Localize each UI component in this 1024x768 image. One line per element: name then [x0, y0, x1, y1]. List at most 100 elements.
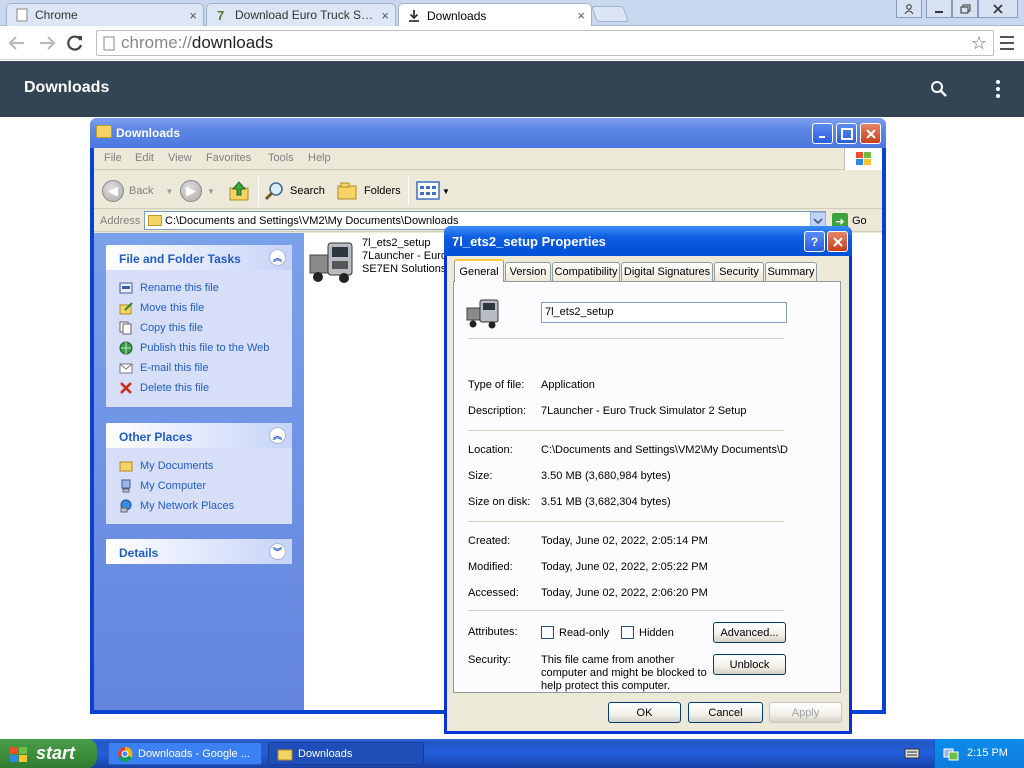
views-button[interactable]: ▼ [416, 178, 450, 204]
omnibox[interactable]: chrome://downloads ☆ [96, 30, 994, 56]
rename-icon [118, 280, 134, 296]
tab-version[interactable]: Version [505, 262, 551, 281]
menu-file[interactable]: File [104, 152, 122, 164]
folder-icon [148, 215, 162, 226]
close-window-icon[interactable] [978, 0, 1018, 18]
minimize-icon[interactable] [812, 123, 833, 144]
advanced-button[interactable]: Advanced... [713, 622, 786, 643]
panel-header[interactable]: Other Places ︽ [106, 423, 292, 448]
tab-chrome[interactable]: Chrome × [6, 3, 204, 26]
tab-general[interactable]: General [454, 259, 504, 282]
checkbox-box [621, 626, 634, 639]
file-item[interactable]: 7l_ets2_setup 7Launcher - Euro SE7EN Sol… [308, 237, 447, 285]
network-icon[interactable] [943, 746, 959, 762]
task-label: E-mail this file [140, 362, 209, 374]
collapse-icon[interactable]: ︽ [269, 249, 286, 266]
keyboard-icon[interactable] [904, 747, 920, 762]
close-icon[interactable]: × [577, 8, 585, 23]
forward-button[interactable]: ▶ ▼ [180, 178, 215, 204]
page-icon [103, 36, 115, 51]
panel-header[interactable]: File and Folder Tasks ︽ [106, 245, 292, 270]
place-my-computer[interactable]: My Computer [118, 476, 292, 496]
place-label: My Network Places [140, 500, 235, 512]
start-button[interactable]: start [0, 739, 97, 768]
panel-header[interactable]: Details ︾ [106, 539, 292, 564]
task-email[interactable]: E-mail this file [118, 358, 292, 378]
task-publish[interactable]: Publish this file to the Web [118, 338, 292, 358]
menu-tools[interactable]: Tools [268, 152, 294, 164]
task-rename[interactable]: Rename this file [118, 278, 292, 298]
explorer-toolbar: ◀ Back ▼ ▶ ▼ Search Folders ▼ [94, 171, 882, 209]
accessed-value: Today, June 02, 2022, 2:06:20 PM [541, 587, 708, 599]
taskbar: start Downloads - Google ... Downloads 2… [0, 739, 1024, 768]
place-my-network[interactable]: My Network Places [118, 496, 292, 516]
globe-icon [118, 340, 134, 356]
minimize-icon[interactable] [926, 0, 952, 18]
checkbox-label: Read-only [559, 626, 610, 639]
search-button[interactable]: Search [264, 178, 325, 204]
collapse-icon[interactable]: ︽ [269, 427, 286, 444]
created-label: Created: [468, 535, 511, 547]
explorer-titlebar[interactable]: Downloads [90, 118, 886, 148]
download-icon [407, 9, 421, 23]
reload-icon[interactable] [64, 32, 86, 54]
size-label: Size: [468, 470, 493, 482]
menu-edit[interactable]: Edit [135, 152, 154, 164]
taskbar-item-downloads[interactable]: Downloads [268, 742, 424, 765]
place-my-documents[interactable]: My Documents [118, 456, 292, 476]
chrome-menu-icon[interactable] [998, 34, 1016, 52]
tab-summary[interactable]: Summary [765, 262, 817, 281]
forward-arrow-icon[interactable] [36, 32, 58, 54]
close-icon[interactable] [827, 231, 848, 252]
tab-security[interactable]: Security [714, 262, 764, 281]
properties-titlebar[interactable]: 7l_ets2_setup Properties ? [444, 226, 852, 256]
url-scheme: chrome:// [121, 33, 192, 52]
search-icon[interactable] [930, 80, 948, 98]
task-delete[interactable]: Delete this file [118, 378, 292, 398]
new-tab-button[interactable] [591, 6, 629, 22]
help-icon[interactable]: ? [804, 231, 825, 252]
close-icon[interactable]: × [381, 8, 389, 23]
expand-icon[interactable]: ︾ [269, 543, 286, 560]
menu-favorites[interactable]: Favorites [206, 152, 251, 164]
read-only-checkbox[interactable]: Read-only [541, 626, 609, 639]
cancel-button[interactable]: Cancel [688, 702, 763, 723]
folders-button[interactable]: Folders [336, 178, 401, 204]
close-icon[interactable] [860, 123, 881, 144]
back-arrow-icon[interactable] [6, 32, 28, 54]
tab-title: Downloads [427, 8, 487, 23]
address-value: C:\Documents and Settings\VM2\My Documen… [165, 214, 459, 227]
security-line: computer and might be blocked to [541, 667, 707, 679]
size-value: 3.50 MB (3,680,984 bytes) [541, 470, 671, 482]
close-icon[interactable]: × [189, 8, 197, 23]
folder-icon [277, 749, 293, 760]
details-panel: Details ︾ [106, 539, 292, 564]
properties-dialog: 7l_ets2_setup Properties ? General Versi… [444, 226, 852, 734]
restore-icon[interactable] [952, 0, 978, 18]
tab-compatibility[interactable]: Compatibility [552, 262, 620, 281]
tab-downloads[interactable]: Downloads × [398, 3, 592, 27]
maximize-icon[interactable] [836, 123, 857, 144]
ok-button[interactable]: OK [608, 702, 681, 723]
tab-digital-signatures[interactable]: Digital Signatures [621, 262, 713, 281]
file-name-input[interactable]: 7l_ets2_setup [541, 302, 787, 323]
tab-title: Download Euro Truck Simulat [235, 8, 375, 22]
apply-button[interactable]: Apply [769, 702, 842, 723]
bookmark-star-icon[interactable]: ☆ [971, 33, 987, 54]
url-path: downloads [191, 33, 274, 52]
system-tray: 2:15 PM [934, 739, 1024, 768]
taskbar-item-chrome[interactable]: Downloads - Google ... [108, 742, 262, 765]
tab-euro-truck[interactable]: 7 Download Euro Truck Simulat × [206, 3, 396, 26]
user-icon[interactable] [896, 0, 922, 18]
task-copy[interactable]: Copy this file [118, 318, 292, 338]
folder-icon [118, 458, 134, 474]
hidden-checkbox[interactable]: Hidden [621, 626, 674, 639]
menu-view[interactable]: View [168, 152, 192, 164]
unblock-button[interactable]: Unblock [713, 654, 786, 675]
properties-body: General Version Compatibility Digital Si… [447, 256, 849, 731]
more-vertical-icon[interactable] [994, 80, 1002, 98]
task-move[interactable]: Move this file [118, 298, 292, 318]
menu-help[interactable]: Help [308, 152, 331, 164]
back-button[interactable]: ◀ Back ▼ [102, 178, 173, 204]
up-folder-button[interactable] [228, 178, 250, 204]
